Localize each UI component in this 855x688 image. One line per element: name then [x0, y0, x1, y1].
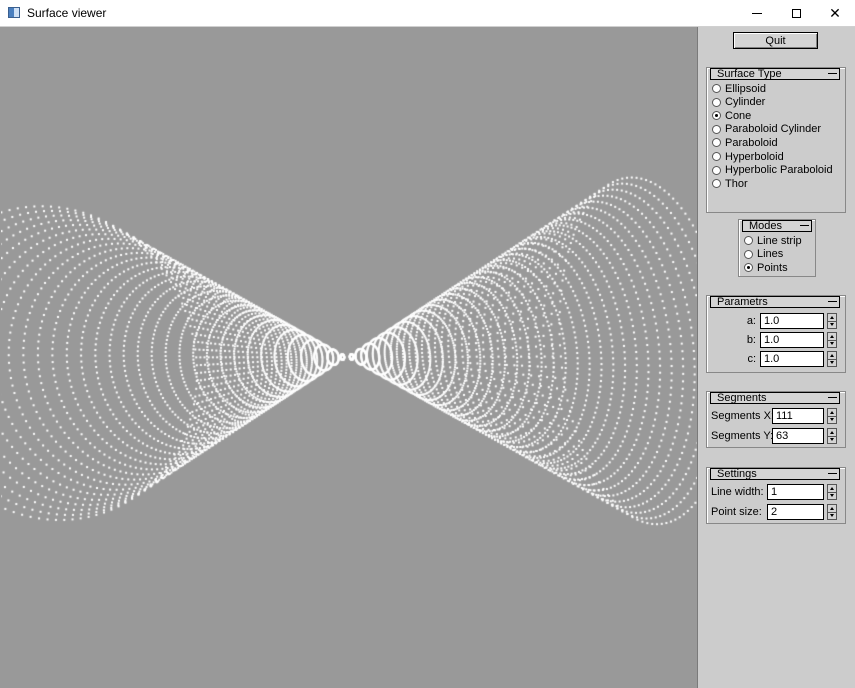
collapse-icon[interactable] — [828, 73, 837, 74]
param-a-input[interactable]: 1.0 — [760, 313, 824, 329]
window-title: Surface viewer — [27, 6, 107, 20]
settings-header[interactable]: Settings — [710, 468, 840, 480]
line-width-row: Line width: 1 — [707, 484, 845, 500]
point-size-spinner[interactable] — [827, 504, 837, 520]
parameters-title: Parametrs — [717, 296, 768, 308]
parameters-group: Parametrs a: 1.0 b: 1.0 c: 1.0 — [706, 295, 846, 373]
mode-option[interactable]: Points — [744, 261, 788, 274]
radio-button[interactable] — [744, 236, 753, 245]
close-icon: ✕ — [829, 4, 841, 21]
surface-type-option[interactable]: Hyperboloid — [712, 150, 784, 163]
radio-button[interactable] — [712, 165, 721, 175]
param-b-label: b: — [746, 334, 756, 346]
mode-option-label: Points — [757, 261, 788, 274]
radio-button[interactable] — [712, 138, 721, 148]
segments-y-row: Segments Y: 63 — [707, 428, 845, 444]
modes-title: Modes — [749, 220, 783, 232]
param-a-spinner[interactable] — [827, 313, 837, 329]
maximize-button[interactable] — [776, 0, 816, 26]
param-c-input[interactable]: 1.0 — [760, 351, 824, 367]
surface-type-group: Surface Type Ellipsoid Cylinder Cone Parabo… — [706, 67, 846, 213]
param-a-label: a: — [746, 315, 756, 327]
segments-x-label: Segments X: — [711, 410, 774, 422]
minimize-icon — [752, 12, 762, 14]
surface-type-option-label: Hyperbolic Paraboloid — [725, 164, 833, 177]
collapse-icon[interactable] — [828, 473, 837, 474]
radio-button[interactable] — [712, 124, 721, 134]
param-a-row: a: 1.0 — [707, 313, 845, 329]
surface-viewport[interactable] — [1, 27, 697, 687]
radio-button[interactable] — [712, 111, 721, 121]
point-size-label: Point size: — [711, 506, 762, 518]
radio-button[interactable] — [712, 97, 721, 107]
radio-button[interactable] — [712, 179, 721, 189]
surface-type-option-label: Paraboloid Cylinder — [725, 123, 821, 136]
segments-y-input[interactable]: 63 — [772, 428, 824, 444]
minimize-button[interactable] — [737, 0, 777, 26]
param-b-input[interactable]: 1.0 — [760, 332, 824, 348]
point-size-row: Point size: 2 — [707, 504, 845, 520]
collapse-icon[interactable] — [828, 301, 837, 302]
segments-y-spinner[interactable] — [827, 428, 837, 444]
control-panel: Quit Surface Type Ellipsoid Cylinder Cone P… — [697, 27, 855, 688]
surface-type-option[interactable]: Ellipsoid — [712, 82, 766, 95]
segments-header[interactable]: Segments — [710, 392, 840, 404]
surface-type-option-label: Ellipsoid — [725, 82, 766, 95]
modes-group: Modes Line strip Lines Points — [738, 219, 816, 277]
surface-type-option-label: Cone — [725, 109, 752, 122]
line-width-spinner[interactable] — [827, 484, 837, 500]
segments-group: Segments Segments X: 111 Segments Y: 63 — [706, 391, 846, 448]
line-width-label: Line width: — [711, 486, 764, 498]
line-width-input[interactable]: 1 — [767, 484, 824, 500]
mode-option-label: Line strip — [757, 234, 802, 247]
segments-x-row: Segments X: 111 — [707, 408, 845, 424]
surface-canvas[interactable] — [1, 27, 697, 687]
client-area: Quit Surface Type Ellipsoid Cylinder Cone P… — [0, 27, 855, 688]
close-button[interactable]: ✕ — [815, 0, 855, 26]
mode-option-label: Lines — [757, 248, 784, 261]
maximize-icon — [791, 8, 801, 18]
param-c-spinner[interactable] — [827, 351, 837, 367]
collapse-icon[interactable] — [800, 225, 809, 226]
point-size-input[interactable]: 2 — [767, 504, 824, 520]
segments-y-label: Segments Y: — [711, 430, 774, 442]
segments-title: Segments — [717, 392, 767, 404]
mode-option[interactable]: Line strip — [744, 234, 802, 247]
surface-type-option-label: Thor — [725, 177, 748, 190]
surface-type-option[interactable]: Paraboloid — [712, 136, 778, 149]
surface-type-option[interactable]: Paraboloid Cylinder — [712, 123, 821, 136]
segments-x-spinner[interactable] — [827, 408, 837, 424]
param-c-row: c: 1.0 — [707, 351, 845, 367]
segments-x-input[interactable]: 111 — [772, 408, 824, 424]
surface-type-option[interactable]: Cone — [712, 109, 751, 122]
param-c-label: c: — [747, 353, 756, 365]
param-b-spinner[interactable] — [827, 332, 837, 348]
app-icon — [8, 7, 20, 18]
modes-header[interactable]: Modes — [742, 220, 812, 232]
settings-title: Settings — [717, 468, 757, 480]
radio-button[interactable] — [744, 249, 753, 259]
radio-button[interactable] — [712, 84, 721, 93]
parameters-header[interactable]: Parametrs — [710, 296, 840, 308]
surface-type-option-label: Cylinder — [725, 96, 766, 109]
surface-type-option[interactable]: Cylinder — [712, 96, 765, 109]
collapse-icon[interactable] — [828, 397, 837, 398]
quit-button[interactable]: Quit — [733, 32, 818, 49]
surface-type-header[interactable]: Surface Type — [710, 68, 840, 80]
mode-option[interactable]: Lines — [744, 248, 783, 261]
surface-type-option-label: Paraboloid — [725, 136, 778, 149]
radio-button[interactable] — [744, 263, 753, 273]
radio-button[interactable] — [712, 152, 721, 161]
surface-type-option[interactable]: Hyperbolic Paraboloid — [712, 164, 833, 177]
surface-type-option[interactable]: Thor — [712, 177, 748, 190]
surface-type-title: Surface Type — [717, 68, 782, 80]
surface-type-option-label: Hyperboloid — [725, 150, 784, 163]
title-bar: Surface viewer ✕ — [0, 0, 855, 27]
settings-group: Settings Line width: 1 Point size: 2 — [706, 467, 846, 524]
param-b-row: b: 1.0 — [707, 332, 845, 348]
